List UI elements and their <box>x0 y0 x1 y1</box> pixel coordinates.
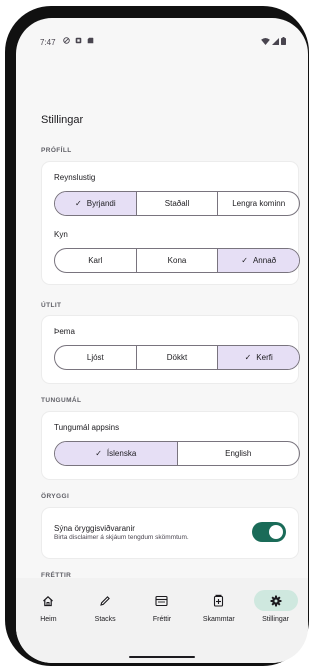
language-option-label: Íslenska <box>106 449 137 458</box>
status-right-icons <box>261 37 286 45</box>
profile-card: Reynslustig ✓ Byrjandi Staðall Lengra kom… <box>41 161 300 285</box>
theme-label: Þema <box>54 327 75 336</box>
app-notification-icon <box>75 37 82 44</box>
gender-segmented-control: Karl Kona ✓ Annað <box>54 248 300 273</box>
gender-option-label: Karl <box>88 256 103 265</box>
language-option-label: English <box>225 449 252 458</box>
nav-item-settings[interactable]: Stillingar <box>249 578 303 663</box>
experience-segmented-control: ✓ Byrjandi Staðall Lengra kominn <box>54 191 300 216</box>
check-icon: ✓ <box>241 256 248 265</box>
safety-card: Sýna öryggisviðvaranir Birta disclaimer … <box>41 507 299 559</box>
theme-option-label: Kerfi <box>256 353 273 362</box>
nav-icon-container <box>140 590 184 611</box>
nav-label: Stacks <box>94 616 116 623</box>
gender-option-annad[interactable]: ✓ Annað <box>218 249 299 272</box>
section-label-language: TUNGUMÁL <box>41 397 82 404</box>
gender-option-karl[interactable]: Karl <box>55 249 137 272</box>
section-label-safety: ÖRYGGI <box>41 493 70 500</box>
nav-item-home[interactable]: Heim <box>21 578 75 663</box>
check-icon: ✓ <box>75 199 82 208</box>
experience-option-label: Lengra kominn <box>232 199 286 208</box>
gear-icon <box>270 595 282 606</box>
show-warnings-subtitle: Birta disclaimer á skjáum tengdum skömmt… <box>54 534 189 541</box>
screen: 7:47 Stillingar PRÓFÍLL Reynslustig ✓ Byr… <box>16 18 308 663</box>
gender-option-label: Kona <box>167 256 187 265</box>
nav-icon-container <box>253 590 298 611</box>
dose-icon <box>214 594 224 607</box>
theme-option-kerfi[interactable]: ✓ Kerfi <box>218 346 299 369</box>
experience-label: Reynslustig <box>54 173 96 182</box>
status-left-icons <box>63 37 94 44</box>
nav-icon-container <box>83 590 127 611</box>
sd-card-icon <box>87 37 94 44</box>
section-label-appearance: ÚTLIT <box>41 302 62 309</box>
nav-label: Skammtar <box>202 616 235 623</box>
nav-item-doses[interactable]: Skammtar <box>192 578 246 663</box>
gender-option-label: Annað <box>252 256 277 265</box>
page-title: Stillingar <box>41 114 84 126</box>
show-warnings-title: Sýna öryggisviðvaranir <box>54 524 135 533</box>
phone-frame: 7:47 Stillingar PRÓFÍLL Reynslustig ✓ Byr… <box>5 6 309 666</box>
experience-option-label: Byrjandi <box>86 199 116 208</box>
status-bar: 7:47 <box>16 18 308 54</box>
nav-item-news[interactable]: Fréttir <box>135 578 189 663</box>
theme-option-label: Ljóst <box>86 353 104 362</box>
check-icon: ✓ <box>95 449 102 458</box>
check-icon: ✓ <box>244 353 252 362</box>
theme-option-dokkt[interactable]: Dökkt <box>137 346 219 369</box>
pencil-icon <box>100 595 111 606</box>
theme-segmented-control: Ljóst Dökkt ✓ Kerfi <box>54 345 300 370</box>
bottom-navigation: Heim Stacks Fréttir Skammtar Stillingar <box>16 578 308 663</box>
experience-option-byrjandi[interactable]: ✓ Byrjandi <box>55 192 137 215</box>
news-icon <box>155 595 169 606</box>
wifi-icon <box>261 37 270 45</box>
nav-icon-container <box>26 590 70 611</box>
nav-item-stacks[interactable]: Stacks <box>78 578 132 663</box>
section-label-profile: PRÓFÍLL <box>41 147 72 154</box>
nav-label: Fréttir <box>152 616 172 623</box>
app-language-label: Tungumál appsins <box>54 423 120 432</box>
language-card: Tungumál appsins ✓ Íslenska English <box>41 411 300 480</box>
signal-icon <box>272 37 279 45</box>
home-icon <box>43 595 54 606</box>
do-not-disturb-icon <box>63 37 70 44</box>
experience-option-lengra-kominn[interactable]: Lengra kominn <box>218 192 299 215</box>
language-option-english[interactable]: English <box>178 442 300 465</box>
nav-label: Stillingar <box>262 616 289 623</box>
language-segmented-control: ✓ Íslenska English <box>54 441 300 466</box>
toggle-knob <box>269 525 283 539</box>
experience-option-stadall[interactable]: Staðall <box>137 192 219 215</box>
appearance-card: Þema Ljóst Dökkt ✓ Kerfi <box>41 315 300 384</box>
home-indicator[interactable] <box>129 656 195 658</box>
nav-icon-container <box>197 590 241 611</box>
experience-option-label: Staðall <box>164 199 190 208</box>
gender-option-kona[interactable]: Kona <box>137 249 219 272</box>
status-time: 7:47 <box>40 38 56 47</box>
language-option-islenska[interactable]: ✓ Íslenska <box>55 442 178 465</box>
gender-label: Kyn <box>54 230 68 239</box>
theme-option-label: Dökkt <box>166 353 188 362</box>
battery-icon <box>281 37 286 45</box>
nav-label: Heim <box>40 616 57 623</box>
show-warnings-toggle[interactable] <box>252 522 286 542</box>
theme-option-ljost[interactable]: Ljóst <box>55 346 137 369</box>
